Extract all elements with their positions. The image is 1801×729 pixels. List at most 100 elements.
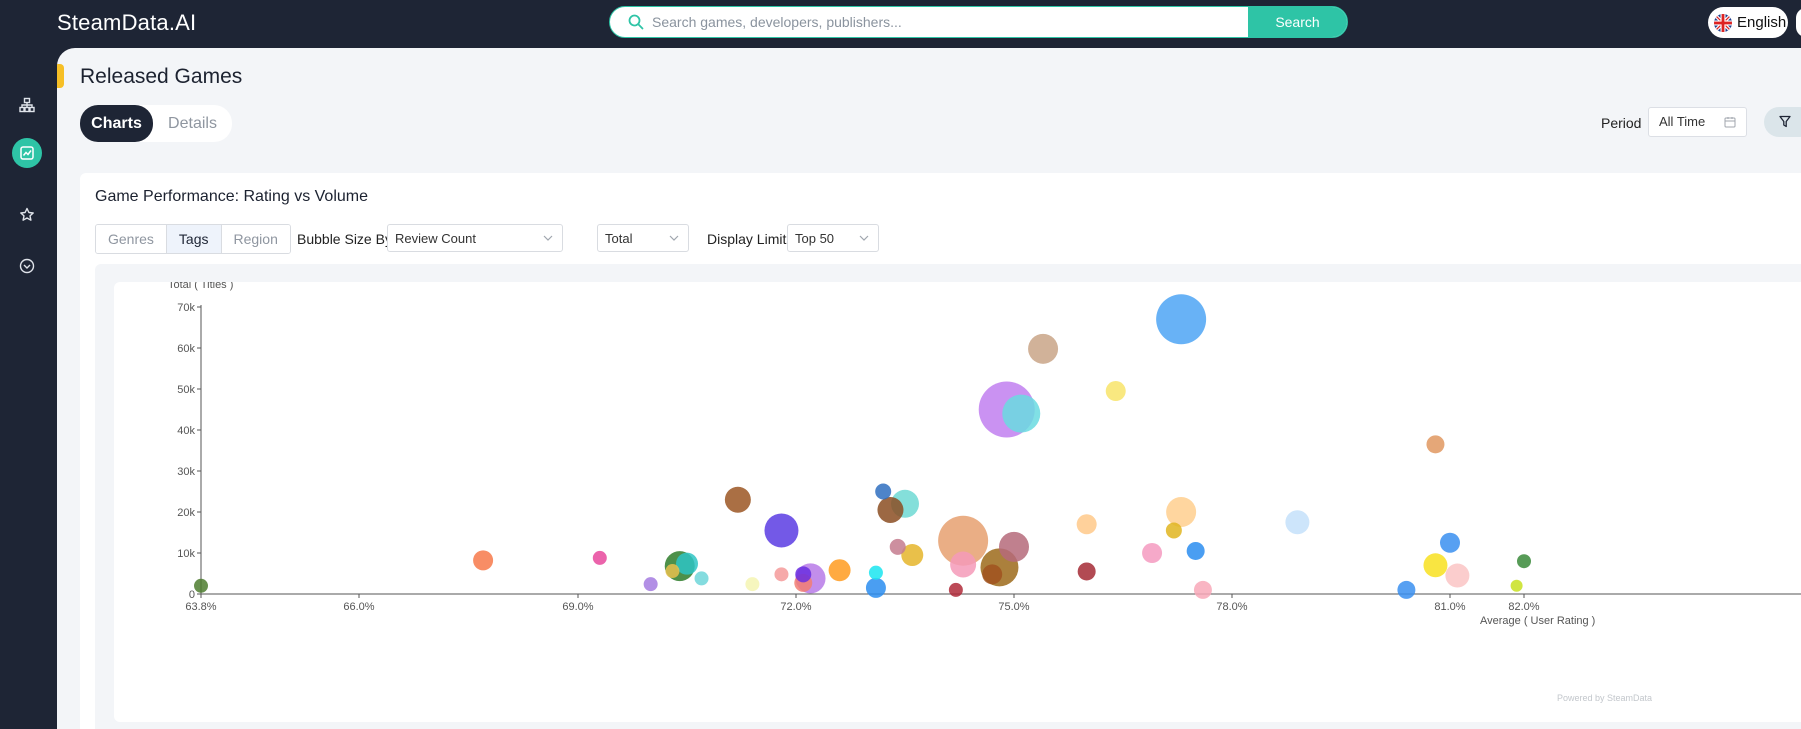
data-bubble (877, 496, 904, 523)
period-select[interactable]: All Time (1648, 107, 1747, 137)
x-tick-label: 78.0% (1216, 601, 1247, 613)
uk-flag-icon (1714, 14, 1732, 32)
chart-card: Game Performance: Rating vs Volume Genre… (80, 173, 1801, 729)
chevron-down-icon (859, 235, 869, 241)
data-bubble (1002, 394, 1041, 433)
page-title: Released Games (80, 65, 243, 88)
search-button[interactable]: Search (1248, 7, 1347, 37)
data-bubble (795, 566, 812, 583)
powered-by[interactable]: Powered by SteamData (1557, 693, 1652, 703)
segment-tags[interactable]: Tags (166, 225, 222, 253)
sidebar-item-more[interactable] (12, 251, 42, 281)
data-bubble (889, 538, 906, 555)
data-bubble (1165, 522, 1182, 539)
plot-frame: 0 10k 20k 30k 40k 50k 60k 70k 63.8% 66.0% 69.0% 72.… (95, 264, 1801, 729)
data-bubble (948, 582, 963, 597)
data-bubble (694, 571, 709, 586)
main-content: Released Games Charts Details Period All… (57, 48, 1801, 729)
x-tick-label: 69.0% (562, 601, 593, 613)
bubble-size-label: Bubble Size By (297, 231, 392, 247)
y-tick-label: 70k (177, 302, 195, 314)
y-tick-label: 20k (177, 507, 195, 519)
data-bubble (665, 564, 680, 579)
dimension-segment: Genres Tags Region (95, 224, 291, 254)
star-icon (20, 207, 34, 221)
chart-title: Game Performance: Rating vs Volume (95, 188, 369, 205)
data-bubble (764, 513, 799, 548)
metric-value: Total (605, 231, 633, 246)
display-limit-label: Display Limit (707, 231, 787, 247)
data-bubble (999, 531, 1029, 562)
search-input[interactable] (652, 7, 1252, 37)
data-bubble (865, 577, 886, 598)
user-menu-button[interactable] (1796, 8, 1801, 37)
data-bubble (1440, 532, 1460, 553)
sidebar-item-favorites[interactable] (12, 200, 42, 230)
data-bubble (1105, 381, 1126, 402)
bubble-size-select[interactable]: Review Count (387, 224, 563, 252)
display-limit-select[interactable]: Top 50 (787, 224, 879, 252)
title-accent (57, 64, 64, 88)
data-bubble (875, 483, 892, 500)
data-bubble (774, 567, 789, 582)
y-tick-label: 30k (177, 466, 195, 478)
language-selector[interactable]: English (1708, 7, 1788, 38)
x-tick-label: 63.8% (185, 601, 216, 613)
top-bar: SteamData.AI Search English (0, 0, 1801, 48)
data-bubble (1186, 541, 1205, 560)
view-toggle: Charts Details (80, 105, 232, 142)
data-bubble (950, 551, 977, 578)
x-tick-label: 82.0% (1508, 601, 1539, 613)
metric-select[interactable]: Total (597, 224, 689, 252)
chevron-down-icon (543, 235, 553, 241)
data-bubble (1517, 554, 1531, 569)
trend-chart-icon (20, 146, 34, 160)
data-bubble (868, 565, 883, 580)
data-bubble (1077, 562, 1096, 581)
sidebar-item-charts[interactable] (12, 138, 42, 168)
data-bubble (1142, 543, 1163, 563)
data-bubble (745, 577, 760, 592)
data-bubble (1193, 580, 1212, 599)
display-limit-value: Top 50 (795, 231, 835, 246)
x-tick-label: 81.0% (1434, 601, 1465, 613)
x-tick-label: 72.0% (780, 601, 811, 613)
data-bubble (1285, 510, 1310, 535)
data-bubble (473, 550, 494, 571)
data-bubble (1397, 580, 1416, 599)
data-bubble (1423, 553, 1448, 578)
tab-charts[interactable]: Charts (80, 105, 153, 142)
data-bubble (643, 577, 658, 592)
data-bubble (1510, 579, 1523, 592)
data-bubble (1166, 497, 1197, 527)
tab-details[interactable]: Details (153, 105, 232, 142)
language-label: English (1737, 14, 1787, 31)
segment-region[interactable]: Region (221, 225, 290, 253)
data-bubble (982, 564, 1003, 585)
data-bubble (724, 486, 751, 513)
data-bubble (194, 578, 208, 593)
x-axis-title: Average ( User Rating ) (1480, 615, 1595, 627)
search-icon (628, 14, 644, 30)
period-value: All Time (1659, 114, 1706, 129)
app-logo[interactable]: SteamData.AI (57, 10, 196, 36)
data-bubble (592, 550, 607, 565)
data-bubble (1076, 514, 1097, 535)
hierarchy-icon (19, 97, 35, 113)
data-bubble (1156, 294, 1207, 345)
y-tick-label: 10k (177, 548, 195, 560)
y-tick-label: 0 (189, 589, 195, 601)
x-tick-label: 66.0% (343, 601, 374, 613)
filter-icon (1779, 115, 1791, 128)
sidebar (0, 48, 57, 729)
data-bubble (828, 559, 851, 582)
period-label: Period (1601, 115, 1642, 131)
y-tick-label: 40k (177, 425, 195, 437)
data-bubble (1426, 435, 1445, 454)
sidebar-item-hierarchy[interactable] (12, 90, 42, 120)
data-bubble (1028, 333, 1059, 364)
segment-genres[interactable]: Genres (96, 225, 167, 253)
data-bubble (1445, 563, 1470, 588)
filter-button[interactable] (1764, 107, 1801, 137)
y-axis-title: Total ( Titles ) (168, 282, 233, 291)
